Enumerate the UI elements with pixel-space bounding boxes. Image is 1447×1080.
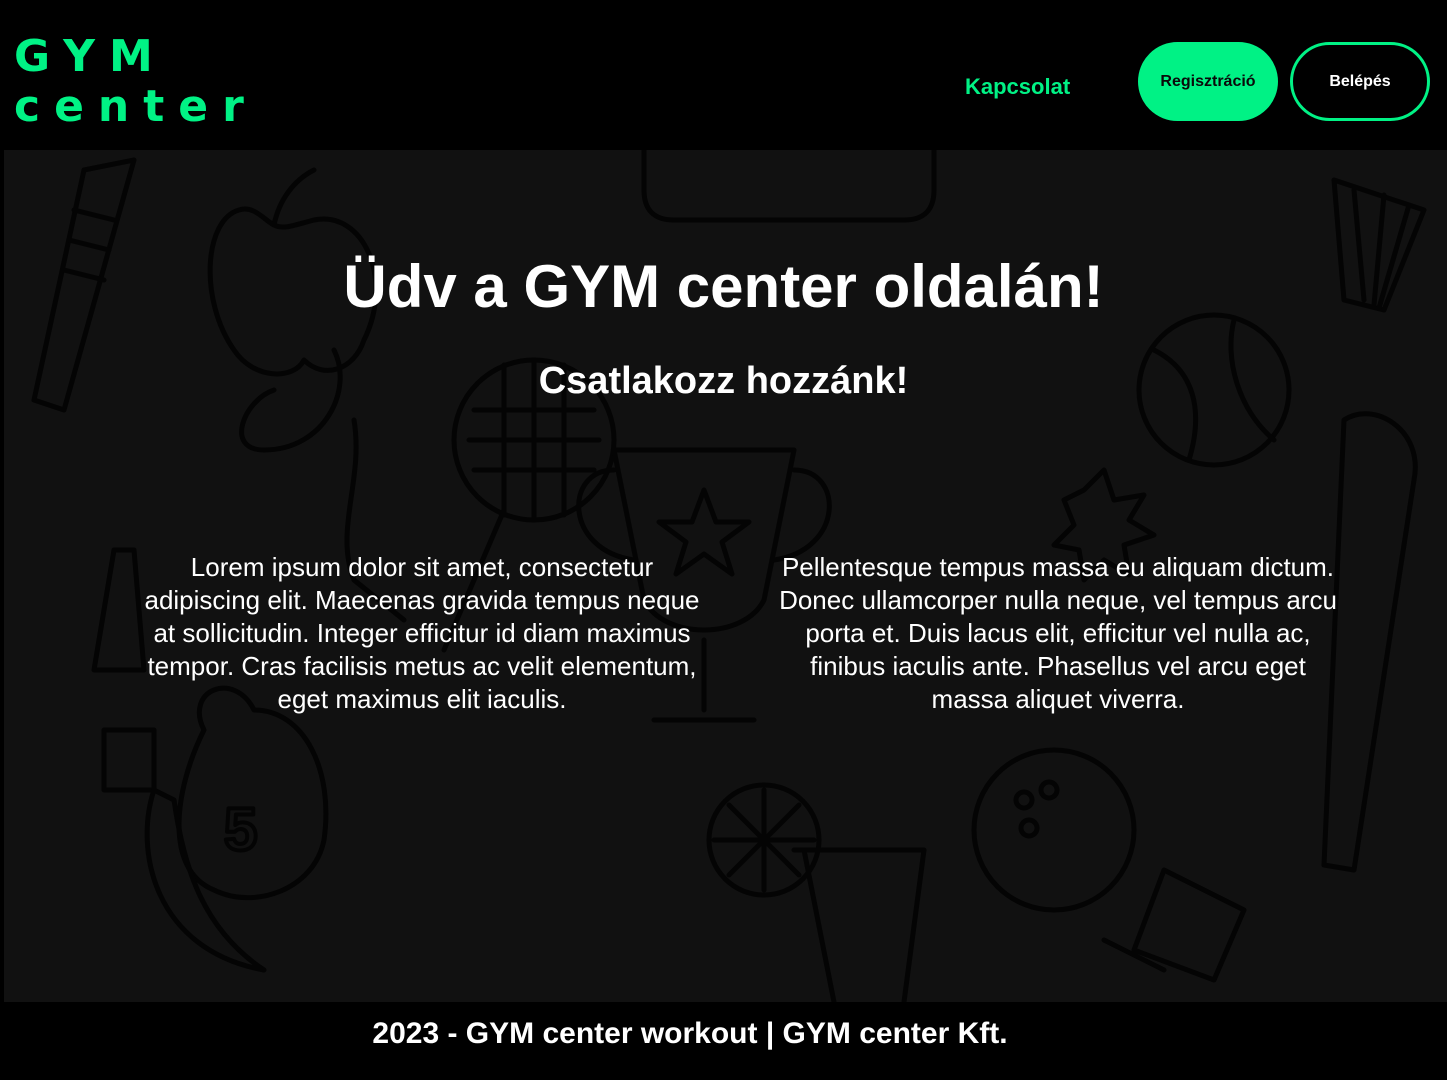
site-logo[interactable]: GYM center bbox=[14, 32, 258, 132]
site-footer: 2023 - GYM center workout | GYM center K… bbox=[0, 1002, 1447, 1080]
hero-title: Üdv a GYM center oldalán! bbox=[343, 253, 1104, 320]
hero-subtitle: Csatlakozz hozzánk! bbox=[538, 360, 909, 402]
logo-line-center: center bbox=[14, 81, 258, 132]
intro-text-right: Pellentesque tempus massa eu aliquam dic… bbox=[779, 552, 1337, 714]
intro-text-left: Lorem ipsum dolor sit amet, consectetur … bbox=[144, 552, 700, 714]
login-button[interactable]: Belépés bbox=[1290, 42, 1430, 121]
svg-text:5: 5 bbox=[224, 796, 257, 863]
register-button[interactable]: Regisztráció bbox=[1138, 42, 1278, 121]
logo-line-gym: GYM bbox=[14, 31, 167, 82]
nav-link-contact[interactable]: Kapcsolat bbox=[965, 74, 1070, 100]
site-header: GYM center Kapcsolat Regisztráció Belépé… bbox=[0, 0, 1447, 150]
footer-copyright: 2023 - GYM center workout | GYM center K… bbox=[372, 1017, 1008, 1050]
